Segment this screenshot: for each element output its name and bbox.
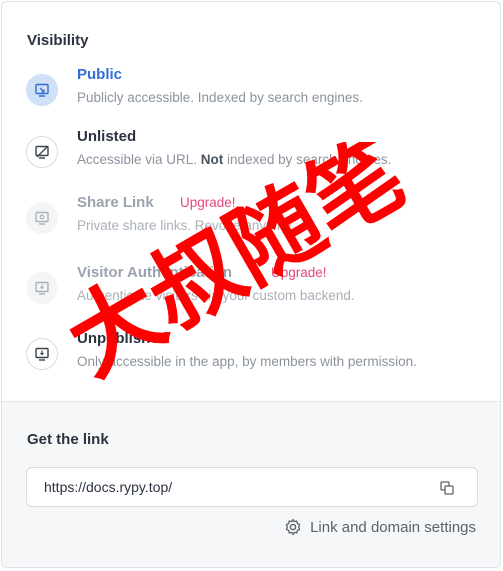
option-visitor-auth-title: Visitor Authentication xyxy=(77,264,233,281)
option-unpublished-title: Unpublished xyxy=(77,330,168,347)
option-visitor-auth-desc: Authenticate visitors via your custom ba… xyxy=(77,288,355,303)
option-public[interactable]: Public Publicly accessible. Indexed by s… xyxy=(26,66,486,116)
option-unpublished-desc: Only accessible in the app, by members w… xyxy=(77,354,417,369)
link-section: Get the link https://docs.rypy.top/ Link… xyxy=(2,401,500,567)
option-visitor-auth[interactable]: Visitor Authentication Upgrade! Authenti… xyxy=(26,264,486,314)
share-link-icon xyxy=(26,202,58,234)
visibility-heading: Visibility xyxy=(27,32,89,49)
option-unpublished[interactable]: Unpublished Only accessible in the app, … xyxy=(26,330,486,380)
url-text[interactable]: https://docs.rypy.top/ xyxy=(44,479,172,495)
option-unlisted-desc: Accessible via URL. Not indexed by searc… xyxy=(77,152,392,167)
url-field[interactable]: https://docs.rypy.top/ xyxy=(26,467,478,507)
option-unlisted-title: Unlisted xyxy=(77,128,137,145)
gear-icon xyxy=(285,518,301,536)
visitor-auth-icon xyxy=(26,272,58,304)
unpublished-icon xyxy=(26,338,58,370)
upgrade-link[interactable]: Upgrade! xyxy=(271,265,327,280)
upgrade-link[interactable]: Upgrade! xyxy=(180,195,236,210)
option-share-link-desc: Private share links. Revoke anytime. xyxy=(77,218,296,233)
copy-icon[interactable] xyxy=(437,478,457,498)
option-unlisted[interactable]: Unlisted Accessible via URL. Not indexed… xyxy=(26,128,486,178)
option-share-link-title: Share Link xyxy=(77,194,154,211)
option-public-title: Public xyxy=(77,66,123,83)
page-icon xyxy=(26,74,58,106)
option-public-desc: Publicly accessible. Indexed by search e… xyxy=(77,90,363,105)
unlisted-page-icon xyxy=(26,136,58,168)
settings-link-label: Link and domain settings xyxy=(310,518,476,536)
visibility-panel: Visibility Public Publicly accessible. I… xyxy=(1,1,501,568)
get-link-heading: Get the link xyxy=(27,431,109,448)
option-share-link[interactable]: Share Link Upgrade! Private share links.… xyxy=(26,194,486,244)
link-domain-settings-button[interactable]: Link and domain settings xyxy=(284,518,476,536)
